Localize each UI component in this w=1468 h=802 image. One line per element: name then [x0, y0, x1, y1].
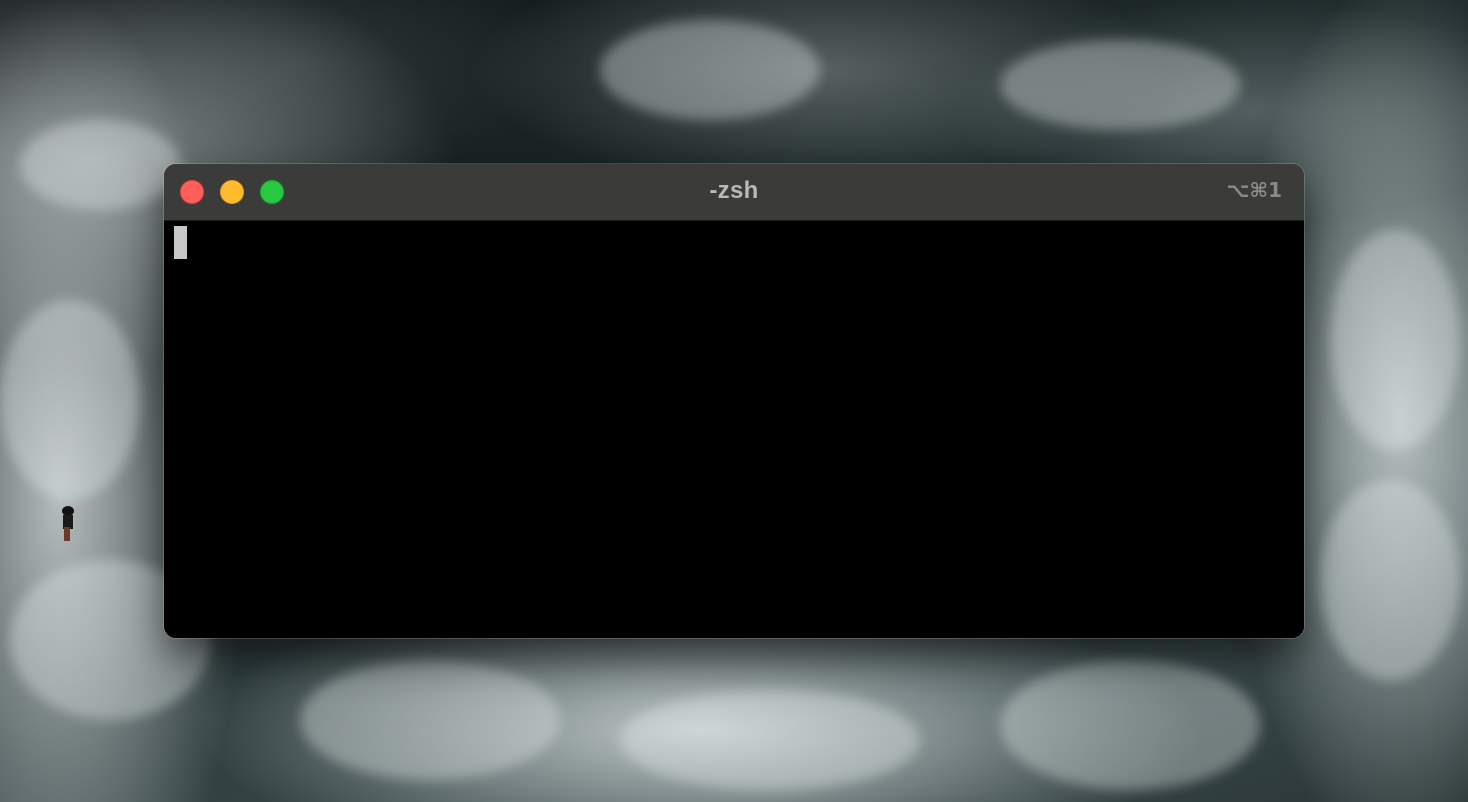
- foam-patch: [1320, 480, 1460, 680]
- window-shortcut-label: ⌥⌘1: [1226, 178, 1282, 202]
- foam-patch: [0, 300, 140, 500]
- foam-patch: [20, 120, 180, 210]
- foam-patch: [600, 20, 820, 120]
- foam-patch: [1000, 660, 1260, 790]
- terminal-content-area[interactable]: [164, 221, 1304, 638]
- text-cursor: [174, 226, 187, 259]
- window-title: -zsh: [709, 177, 759, 204]
- foam-patch: [300, 660, 560, 780]
- foam-patch: [1000, 40, 1240, 130]
- surfer-figure: [62, 506, 74, 541]
- title-bar[interactable]: -zsh ⌥⌘1: [164, 164, 1304, 221]
- foam-patch: [620, 690, 920, 790]
- foam-patch: [1330, 230, 1460, 450]
- terminal-window[interactable]: -zsh ⌥⌘1: [164, 164, 1304, 638]
